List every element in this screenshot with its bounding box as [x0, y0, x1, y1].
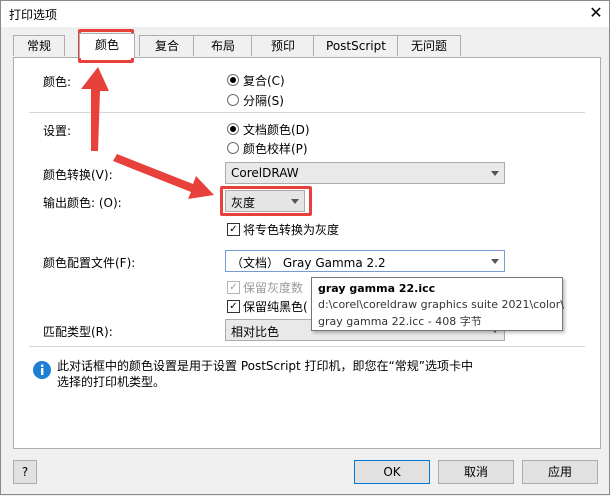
- tooltip-title: gray gamma 22.icc: [318, 282, 436, 295]
- divider: [29, 112, 585, 113]
- divider: [29, 346, 585, 347]
- profile-tooltip: gray gamma 22.icc d:\corel\coreldraw gra…: [311, 277, 564, 331]
- color-conversion-value: CorelDRAW: [231, 166, 299, 180]
- color-proof-label[interactable]: 颜色校样(P): [243, 140, 308, 157]
- color-conversion-dropdown[interactable]: CorelDRAW: [225, 162, 505, 184]
- dialog-title: 打印选项: [9, 8, 58, 22]
- apply-button[interactable]: 应用: [522, 460, 598, 484]
- color-proof-radio[interactable]: [227, 142, 239, 154]
- settings-label: 设置:: [43, 124, 72, 138]
- tab-general[interactable]: 常规: [13, 35, 65, 56]
- preserve-gray-label[interactable]: 保留灰度数: [243, 279, 303, 296]
- color-conversion-label: 颜色转换(V):: [43, 168, 113, 182]
- tab-no-issues[interactable]: 无问题: [397, 35, 461, 56]
- ok-button[interactable]: OK: [354, 460, 430, 484]
- color-mode-label: 颜色:: [43, 75, 72, 89]
- color-profile-value: （文档） Gray Gamma 2.2: [231, 256, 386, 270]
- cancel-button[interactable]: 取消: [438, 460, 514, 484]
- output-color-highlight: [220, 186, 312, 216]
- tab-postscript[interactable]: PostScript: [313, 35, 399, 56]
- tab-layout[interactable]: 布局: [193, 35, 253, 56]
- close-icon[interactable]: ✕: [586, 3, 606, 23]
- separations-radio[interactable]: [227, 94, 239, 106]
- tab-composite[interactable]: 复合: [139, 35, 195, 56]
- tab-prepress[interactable]: 预印: [251, 35, 315, 56]
- tab-color[interactable]: 颜色: [79, 33, 135, 58]
- preserve-black-checkbox[interactable]: ✓: [227, 300, 240, 313]
- info-line-1: 此对话框中的颜色设置是用于设置 PostScript 打印机，即您在“常规”选项…: [57, 359, 473, 373]
- print-options-dialog: 打印选项 ✕ 常规 颜色 复合 布局 预印 PostScript 无问题 颜色:…: [0, 0, 610, 495]
- chevron-down-icon: [491, 171, 499, 176]
- tooltip-path: d:\corel\coreldraw graphics suite 2021\c…: [318, 298, 564, 311]
- color-profile-label: 颜色配置文件(F):: [43, 256, 136, 270]
- document-colors-radio[interactable]: [227, 123, 239, 135]
- separations-label[interactable]: 分隔(S): [243, 92, 284, 109]
- info-icon: [33, 361, 51, 379]
- match-type-value: 相对比色: [231, 325, 280, 339]
- help-button[interactable]: ?: [13, 460, 37, 484]
- color-profile-dropdown[interactable]: （文档） Gray Gamma 2.2: [225, 250, 505, 272]
- composite-radio[interactable]: [227, 74, 239, 86]
- spot-to-gray-checkbox[interactable]: ✓: [227, 223, 240, 236]
- tooltip-detail: gray gamma 22.icc - 408 字节: [318, 315, 482, 328]
- preserve-black-label[interactable]: 保留纯黑色(: [243, 298, 308, 315]
- composite-label[interactable]: 复合(C): [243, 72, 285, 89]
- document-colors-label[interactable]: 文档颜色(D): [243, 121, 310, 138]
- match-type-label: 匹配类型(R):: [43, 325, 113, 339]
- preserve-gray-checkbox[interactable]: ✓: [227, 281, 240, 294]
- spot-to-gray-label[interactable]: 将专色转换为灰度: [243, 221, 339, 238]
- title-bar: 打印选项 ✕: [1, 1, 609, 27]
- chevron-down-icon: [491, 259, 499, 264]
- output-color-label: 输出颜色: (O):: [43, 196, 122, 210]
- info-line-2: 选择的打印机类型。: [57, 375, 166, 389]
